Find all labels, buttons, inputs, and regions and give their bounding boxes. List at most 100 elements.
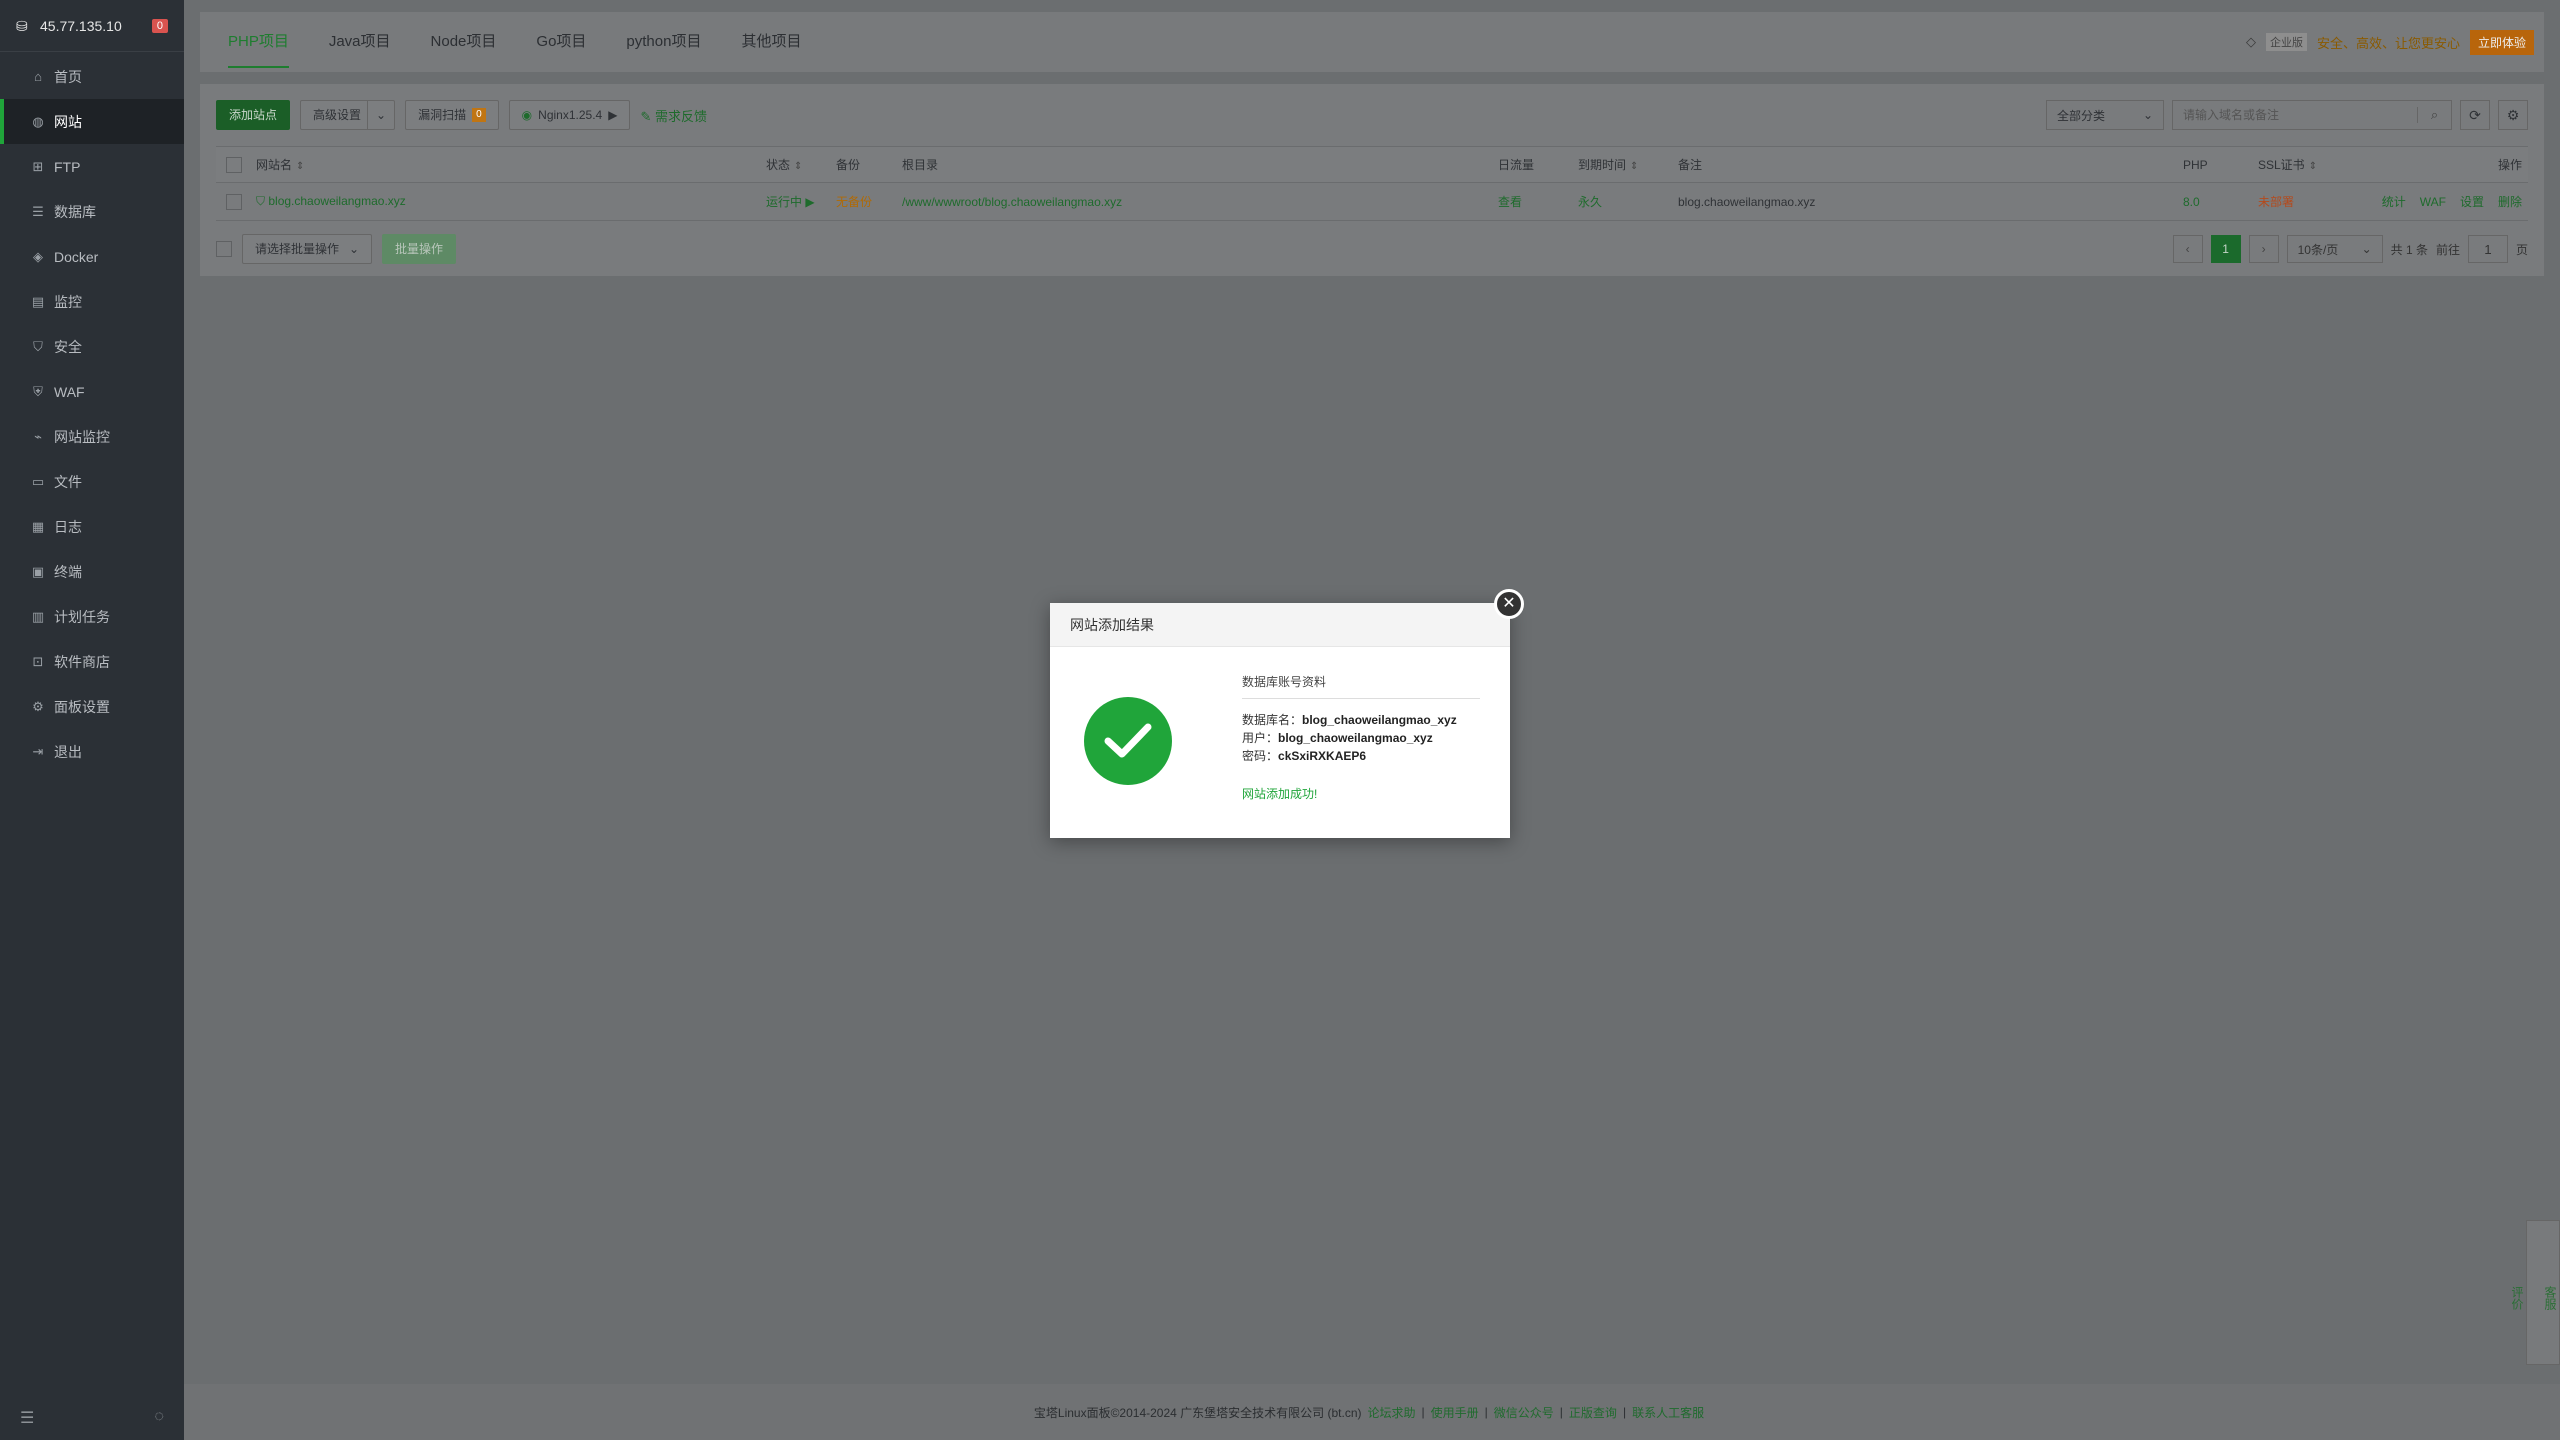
sidebar-item-home[interactable]: ⌂ 首页 [0,54,184,99]
floating-service-bar: 客服 评价 [2510,1220,2560,1365]
sidebar-item-docker[interactable]: ◈ Docker [0,234,184,279]
gear-icon[interactable]: ⚙ [2498,100,2528,130]
sidebar-item-logout[interactable]: ⇥ 退出 [0,729,184,774]
root-dir-cell[interactable]: /www/wwwroot/blog.chaoweilangmao.xyz [902,182,1498,221]
prev-page-icon[interactable]: ‹ [2172,235,2203,263]
backup-cell[interactable]: 无备份 [836,182,902,221]
site-name-cell[interactable]: ⛉ blog.chaoweilangmao.xyz [256,182,766,221]
sidebar-item-security[interactable]: ⛉ 安全 [0,324,184,369]
shield-icon: ⛉ [33,338,43,354]
sidebar-item-label: WAF [54,383,85,400]
sidebar-toggle-icon[interactable]: ◌ [154,1408,164,1428]
col-status[interactable]: 状态 ⇕ [766,146,836,183]
chart-icon: ⌁ [34,428,42,444]
col-ssl[interactable]: SSL证书 ⇕ [2258,146,2348,183]
diamond-icon: ◇ [2245,34,2256,49]
sort-icon: ⇕ [794,161,803,172]
tab-go[interactable]: Go项目 [536,12,586,72]
ftp-icon: ⊞ [32,158,44,174]
tab-php[interactable]: PHP项目 [228,12,289,72]
sidebar-item-label: 日志 [54,518,82,535]
traffic-cell[interactable]: 查看 [1498,182,1578,221]
sort-icon: ⇕ [2308,161,2318,172]
expire-cell[interactable]: 永久 [1578,182,1678,221]
try-now-button[interactable]: 立即体验 [2469,29,2534,55]
advanced-settings-button[interactable]: 高级设置 ⌄ [300,100,396,130]
vuln-scan-button[interactable]: 漏洞扫描 0 [405,100,499,130]
delete-link[interactable]: 删除 [2498,195,2522,209]
sidebar-item-database[interactable]: ☰ 数据库 [0,189,184,234]
notification-badge[interactable]: 0 [151,18,168,33]
db-info-title: 数据库账号资料 [1242,673,1480,699]
play-icon: ▶ [805,195,815,209]
php-version-cell[interactable]: 8.0 [2183,182,2258,221]
sidebar-item-website[interactable]: ◍ 网站 [0,99,184,144]
nginx-button[interactable]: ◉ Nginx1.25.4 ▶ [508,100,631,130]
sidebar-item-terminal[interactable]: ▣ 终端 [0,549,184,594]
sidebar-item-monitor[interactable]: ▤ 监控 [0,279,184,324]
batch-checkbox[interactable] [216,241,232,257]
page-size-select[interactable]: 10条/页 ⌄ [2286,235,2383,263]
advanced-settings-label: 高级设置 [313,108,362,122]
sidebar-item-logs[interactable]: ▦ 日志 [0,504,184,549]
add-site-button[interactable]: 添加站点 [216,100,291,130]
select-all-checkbox[interactable] [226,156,242,173]
remark-cell[interactable]: blog.chaoweilangmao.xyz [1678,182,2183,221]
table-header-row: 网站名 ⇕ 状态 ⇕ 备份 根目录 日流量 到期时间 ⇕ 备注 PHP SSL证书 ⇕ … [216,146,2528,183]
site-list-panel: 添加站点 高级设置 ⌄ 漏洞扫描 0 ◉ Nginx1.25.4 ▶ ✎ 需求反… [200,84,2544,276]
sidebar-item-files[interactable]: ▭ 文件 [0,459,184,504]
waf-link[interactable]: WAF [2420,195,2446,209]
ssl-cell[interactable]: 未部署 [2258,182,2348,221]
tab-node[interactable]: Node项目 [431,12,497,72]
stats-link[interactable]: 统计 [2382,195,2406,209]
review-button[interactable]: 评价 [2509,1286,2526,1310]
footer-link-manual[interactable]: 使用手册 [1431,1404,1479,1421]
sidebar-item-cron[interactable]: ▥ 计划任务 [0,594,184,639]
collapse-menu-icon[interactable]: ☰ [20,1408,34,1428]
batch-select[interactable]: 请选择批量操作 ⌄ [242,234,372,264]
sidebar-item-label: 安全 [54,338,82,355]
separator: | [1622,1405,1627,1419]
settings-link[interactable]: 设置 [2460,195,2484,209]
chevron-down-icon: ⌄ [2361,242,2372,256]
tab-java[interactable]: Java项目 [329,12,391,72]
tab-other[interactable]: 其他项目 [741,12,801,72]
next-page-icon[interactable]: › [2248,235,2279,263]
col-expire[interactable]: 到期时间 ⇕ [1578,146,1678,183]
category-select[interactable]: 全部分类 ⌄ [2046,100,2164,130]
feedback-link[interactable]: ✎ 需求反馈 [640,106,707,125]
site-table: 网站名 ⇕ 状态 ⇕ 备份 根目录 日流量 到期时间 ⇕ 备注 PHP SSL证书 ⇕ … [216,146,2528,221]
clock-icon: ▥ [31,608,45,624]
sidebar-item-site-monitor[interactable]: ⌁ 网站监控 [0,414,184,459]
row-select-cell [216,182,256,221]
col-sitename[interactable]: 网站名 ⇕ [256,146,766,183]
status-cell[interactable]: 运行中 ▶ [766,182,836,221]
database-icon: ☰ [32,203,44,219]
search-input[interactable] [2173,101,2417,129]
sidebar-item-label: 面板设置 [54,698,110,715]
ops-cell: 统计 WAF 设置 删除 [2348,182,2528,221]
footer-link-verify[interactable]: 正版查询 [1569,1404,1617,1421]
waf-icon: ⛨ [33,383,43,399]
tab-python[interactable]: python项目 [626,12,701,72]
sidebar-item-waf[interactable]: ⛨ WAF [0,369,184,414]
page-current[interactable]: 1 [2210,235,2241,263]
customer-service-button[interactable]: 客服 [2542,1286,2559,1310]
folder-icon: ▭ [31,473,45,489]
close-icon[interactable]: ✕ [1494,589,1524,619]
dialog-body: 数据库账号资料 数据库名：blog_chaoweilangmao_xyz 用户：… [1050,647,1510,802]
row-checkbox[interactable] [226,193,242,210]
edit-icon: ✎ [640,108,652,124]
sidebar-item-ftp[interactable]: ⊞ FTP [0,144,184,189]
col-remark: 备注 [1678,146,2183,183]
refresh-icon[interactable]: ⟳ [2460,100,2490,130]
footer-link-forum[interactable]: 论坛求助 [1368,1404,1416,1421]
goto-page-input[interactable] [2467,235,2508,263]
batch-action-button[interactable]: 批量操作 [382,234,457,264]
sidebar-item-settings[interactable]: ⚙ 面板设置 [0,684,184,729]
sidebar-item-store[interactable]: ⊡ 软件商店 [0,639,184,684]
footer-link-support[interactable]: 联系人工客服 [1632,1404,1704,1421]
chevron-down-icon[interactable]: ⌄ [367,100,394,130]
footer-link-wechat[interactable]: 微信公众号 [1494,1404,1554,1421]
search-icon[interactable]: ⌕ [2417,107,2451,123]
